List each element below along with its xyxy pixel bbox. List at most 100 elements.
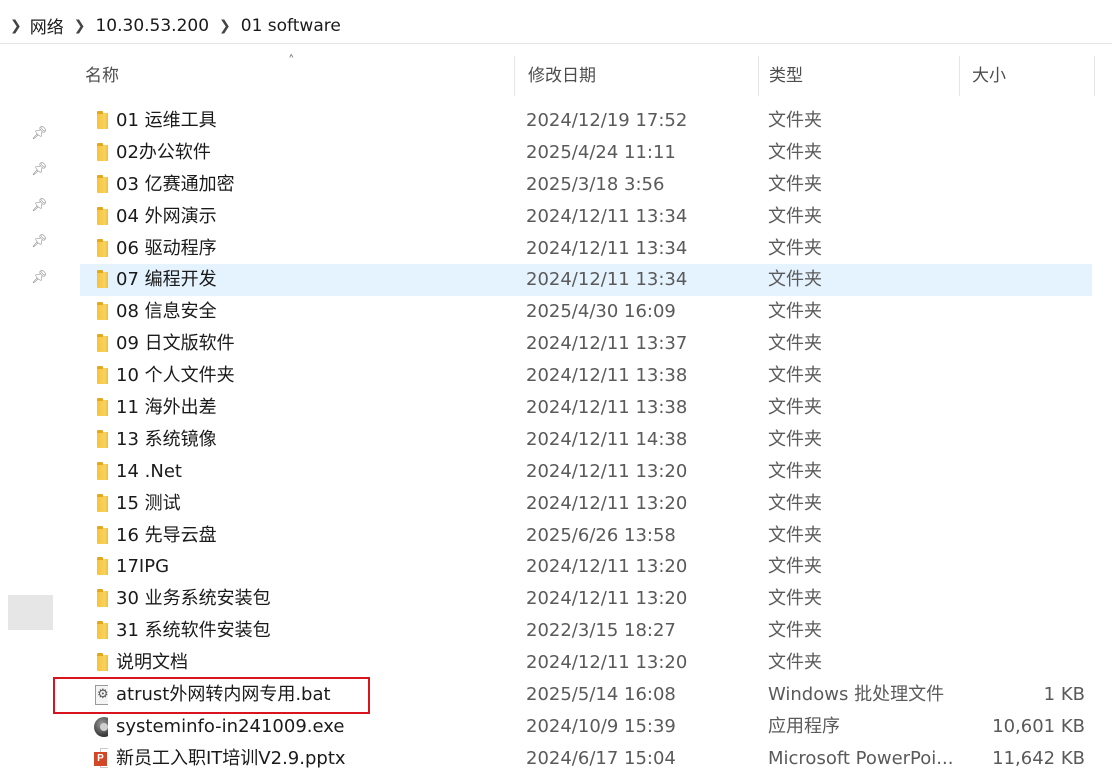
file-size [960,456,1085,488]
file-size [960,137,1085,169]
address-bar[interactable]: ❯ 网络 ❯ 10.30.53.200 ❯ 01 software [0,0,1112,44]
file-type: 文件夹 [768,524,822,546]
file-list: 01 运维工具 2024/12/19 17:52 文件夹 02办公软件 2025… [80,105,1092,775]
pin-icon[interactable]: 📌︎ [31,198,48,214]
file-row[interactable]: 09 日文版软件 2024/12/11 13:37 文件夹 [80,328,1092,360]
file-type: 文件夹 [768,652,822,674]
file-row[interactable]: 31 系统软件安装包 2022/3/15 18:27 文件夹 [80,615,1092,647]
pin-icon[interactable]: 📌︎ [31,270,48,286]
chevron-right-icon[interactable]: ❯ [219,18,231,34]
file-row[interactable]: 04 外网演示 2024/12/11 13:34 文件夹 [80,201,1092,233]
file-row[interactable]: 06 驱动程序 2024/12/11 13:34 文件夹 [80,233,1092,265]
file-row[interactable]: 01 运维工具 2024/12/19 17:52 文件夹 [80,105,1092,137]
folder-icon [97,525,108,544]
file-size [960,551,1085,583]
pin-icon[interactable]: 📌︎ [31,126,48,142]
folder-icon [97,589,108,608]
file-row[interactable]: 03 亿赛通加密 2025/3/18 3:56 文件夹 [80,169,1092,201]
nav-pane-scrollbar[interactable] [8,595,53,630]
file-size [960,392,1085,424]
column-header-size[interactable]: 大小 [959,56,1094,96]
file-row[interactable]: P 新员工入职IT培训V2.9.pptx 2024/6/17 15:04 Mic… [80,743,1092,775]
breadcrumb-item-folder[interactable]: 01 software [241,16,341,36]
file-size: 11,642 KB [992,747,1085,769]
file-size [960,647,1085,679]
file-name: 说明文档 [116,652,188,674]
file-name: 14 .Net [116,460,182,482]
folder-icon [97,429,108,448]
file-name: 新员工入职IT培训V2.9.pptx [116,747,346,769]
column-header-name[interactable]: 名称 [72,56,514,96]
file-name: 30 业务系统安装包 [116,588,271,610]
file-name: systeminfo-in241009.exe [116,715,345,737]
file-name: 15 测试 [116,492,181,514]
file-row[interactable]: 10 个人文件夹 2024/12/11 13:38 文件夹 [80,360,1092,392]
file-name: 10 个人文件夹 [116,365,235,387]
file-size: 1 KB [1043,684,1085,706]
file-size [960,233,1085,265]
folder-icon [97,142,108,161]
file-name: 13 系统镜像 [116,428,217,450]
file-date: 2024/12/11 13:20 [526,460,688,482]
folder-icon [97,653,108,672]
folder-icon [97,621,108,640]
file-size [960,488,1085,520]
file-name: 03 亿赛通加密 [116,173,235,195]
file-type: 应用程序 [768,715,840,737]
breadcrumb-item-network[interactable]: 网络 [30,13,64,38]
file-row[interactable]: 07 编程开发 2024/12/11 13:34 文件夹 [80,264,1092,297]
column-divider[interactable] [1094,56,1095,96]
file-date: 2024/10/9 15:39 [526,715,676,737]
file-name: 06 驱动程序 [116,237,217,259]
folder-icon [97,206,108,225]
breadcrumb-item-host[interactable]: 10.30.53.200 [95,16,209,36]
file-row[interactable]: 14 .Net 2024/12/11 13:20 文件夹 [80,456,1092,488]
column-header-row: ˄ 名称 修改日期 类型 大小 [72,54,1102,96]
file-date: 2025/5/14 16:08 [526,684,676,706]
file-date: 2024/12/11 13:20 [526,492,688,514]
file-name: 02办公软件 [116,141,211,163]
file-date: 2025/4/30 16:09 [526,301,676,323]
file-date: 2024/12/11 13:37 [526,333,688,355]
file-size [960,360,1085,392]
exe-icon [94,716,108,737]
folder-icon [97,111,108,129]
file-name: 08 信息安全 [116,301,217,323]
file-type: 文件夹 [768,333,822,355]
pin-icon[interactable]: 📌︎ [31,234,48,250]
file-size [960,328,1085,360]
file-size [960,105,1085,137]
file-name: 16 先导云盘 [116,524,217,546]
file-name: 11 海外出差 [116,397,217,419]
file-date: 2024/6/17 15:04 [526,747,676,769]
folder-icon [97,238,108,257]
column-header-type[interactable]: 类型 [756,56,959,96]
file-type: 文件夹 [768,492,822,514]
file-type: 文件夹 [768,141,822,163]
file-date: 2025/6/26 13:58 [526,524,676,546]
file-type: 文件夹 [768,428,822,450]
file-row[interactable]: 11 海外出差 2024/12/11 13:38 文件夹 [80,392,1092,424]
file-row[interactable]: 13 系统镜像 2024/12/11 14:38 文件夹 [80,424,1092,456]
file-row[interactable]: 15 测试 2024/12/11 13:20 文件夹 [80,488,1092,520]
chevron-right-icon[interactable]: ❯ [10,18,22,34]
file-row[interactable]: 08 信息安全 2025/4/30 16:09 文件夹 [80,296,1092,328]
chevron-right-icon[interactable]: ❯ [74,18,86,34]
file-name: 09 日文版软件 [116,333,235,355]
file-row[interactable]: 16 先导云盘 2025/6/26 13:58 文件夹 [80,520,1092,552]
file-size: 10,601 KB [992,715,1085,737]
column-header-date[interactable]: 修改日期 [515,56,758,96]
folder-icon [97,366,108,385]
folder-icon [97,398,108,417]
file-row[interactable]: 17IPG 2024/12/11 13:20 文件夹 [80,551,1092,583]
file-row[interactable]: 说明文档 2024/12/11 13:20 文件夹 [80,647,1092,679]
file-date: 2024/12/11 13:34 [526,205,688,227]
folder-icon [97,493,108,512]
file-row[interactable]: systeminfo-in241009.exe 2024/10/9 15:39 … [80,711,1092,743]
file-type: Windows 批处理文件 [768,684,945,706]
file-row[interactable]: 30 业务系统安装包 2024/12/11 13:20 文件夹 [80,583,1092,615]
folder-icon [97,461,108,480]
file-type: 文件夹 [768,110,822,131]
pin-icon[interactable]: 📌︎ [31,162,48,178]
file-row[interactable]: 02办公软件 2025/4/24 11:11 文件夹 [80,137,1092,169]
